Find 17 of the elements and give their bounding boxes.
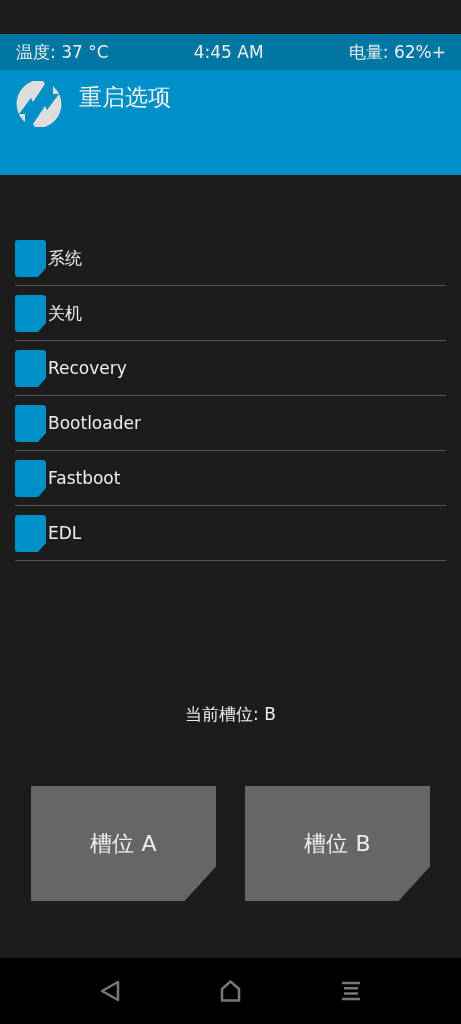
reboot-option[interactable]: 系统 (15, 231, 446, 286)
back-icon[interactable] (100, 980, 120, 1002)
time-text: 4:45 AM (193, 42, 264, 62)
reboot-option[interactable]: EDL (15, 506, 446, 561)
current-slot-text: 当前槽位: B (184, 703, 277, 726)
logo-icon (15, 80, 63, 128)
temperature-text: 温度: 37 °C (16, 40, 109, 64)
battery-text: 电量: 62%+ (348, 40, 446, 64)
slot-button[interactable]: 槽位 A (31, 786, 216, 901)
reboot-option[interactable]: 关机 (15, 286, 446, 341)
home-icon[interactable] (220, 980, 241, 1002)
slot-button[interactable]: 槽位 B (245, 786, 430, 901)
screen-title: 重启选项 (79, 83, 171, 112)
menu-icon[interactable] (341, 981, 361, 1001)
reboot-option[interactable]: Fastboot (15, 451, 446, 506)
reboot-option[interactable]: Bootloader (15, 396, 446, 451)
reboot-option[interactable]: Recovery (15, 341, 446, 396)
